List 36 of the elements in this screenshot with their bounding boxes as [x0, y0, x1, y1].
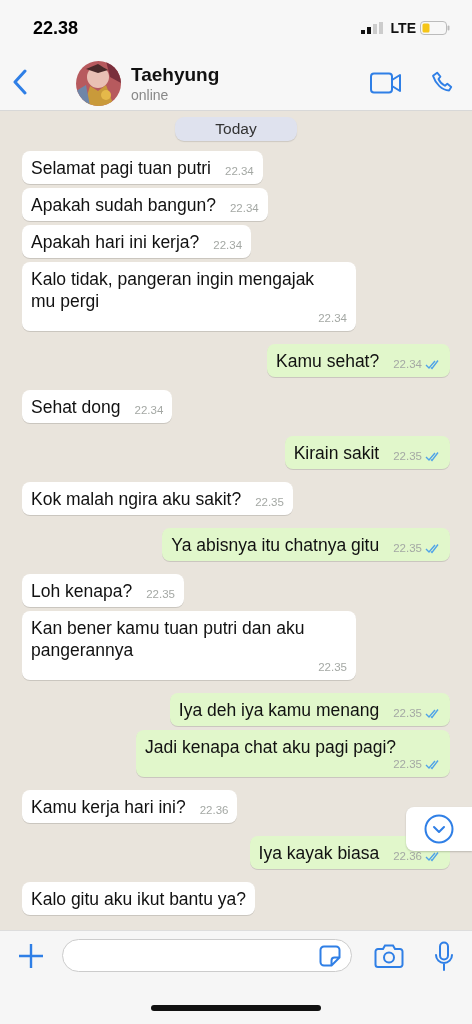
message-text: Apakah sudah bangun?	[31, 194, 216, 216]
message-time: 22.34	[229, 202, 259, 215]
message-time: 22.34	[213, 239, 243, 252]
message-text: Apakah hari ini kerja?	[31, 231, 200, 253]
message-text: Iya kayak biasa	[258, 842, 380, 864]
message-text: Kamu kerja hari ini?	[31, 796, 186, 818]
message-time: 22.34	[225, 165, 254, 178]
message-text: Kamu sehat?	[276, 350, 380, 372]
message-time: 22.34	[318, 312, 347, 325]
message-time: 22.35	[393, 707, 422, 720]
message-text: Kok malah ngira aku sakit?	[31, 488, 242, 510]
message-time: 22.35	[255, 496, 284, 509]
message-time: 22.35	[393, 450, 422, 463]
message-text: Jadi kenapa chat aku pagi pagi?	[145, 736, 397, 758]
network-label: LTE	[390, 20, 416, 36]
message-text: Iya deh iya kamu menang	[178, 699, 380, 721]
message-time: 22.35	[393, 758, 422, 771]
message-text: Kalo tidak, pangeran ingin mengajak mu pergi	[31, 268, 316, 312]
message-text: Sehat dong	[31, 396, 121, 418]
message-time: 22.34	[393, 358, 422, 371]
message-text: Loh kenapa?	[31, 580, 133, 602]
message-text: Kalo gitu aku ikut bantu ya?	[31, 888, 246, 910]
status-time: 22.38	[33, 17, 79, 39]
message-time: 22.36	[199, 804, 229, 817]
date-divider: Today	[175, 117, 297, 141]
message-time: 22.35	[393, 542, 422, 555]
message-text: Selamat pagi tuan putri	[31, 157, 211, 179]
message-time: 22.35	[146, 588, 175, 601]
message-text: Ya abisnya itu chatnya gitu	[171, 534, 380, 556]
message-time: 22.35	[318, 661, 347, 674]
message-text: Kirain sakit	[293, 442, 380, 464]
contact-status: online	[131, 86, 170, 103]
contact-name: Taehyung	[131, 63, 221, 86]
message-text: Kan bener kamu tuan putri dan aku pangerannya	[31, 617, 306, 661]
message-time: 22.34	[134, 404, 164, 417]
message-time: 22.36	[393, 850, 422, 863]
